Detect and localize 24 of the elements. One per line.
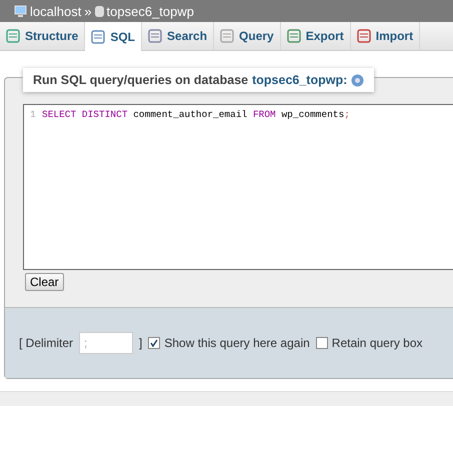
delimiter-label: [ Delimiter	[19, 336, 74, 350]
tab[interactable]: Search	[142, 22, 214, 50]
database-link[interactable]: topsec6_topwp:	[252, 73, 348, 87]
sql-editor[interactable]: 1 SELECT DISTINCT comment_author_email FROM wp_comments;	[23, 104, 453, 270]
show-again-label: Show this query here again	[164, 336, 310, 350]
document-icon	[91, 30, 106, 44]
help-icon[interactable]	[351, 74, 364, 86]
checkbox[interactable]	[148, 337, 160, 349]
breadcrumb-link[interactable]: localhost	[30, 4, 82, 18]
tab[interactable]: Query	[214, 22, 281, 50]
sql-code: SELECT DISTINCT comment_author_email FROM wp_comments;	[42, 109, 350, 122]
checkbox[interactable]	[316, 337, 328, 349]
breadcrumb-separator: »	[84, 4, 92, 18]
tab[interactable]: Import	[350, 22, 420, 50]
breadcrumb-link[interactable]: topsec6_topwp	[106, 4, 194, 18]
legend-text: Run SQL query/queries on database	[33, 73, 248, 87]
check-icon	[150, 339, 158, 347]
retain-label: Retain query box	[332, 336, 423, 350]
tab[interactable]: Export	[280, 22, 351, 50]
bracket-text: ]	[139, 336, 142, 350]
clear-button[interactable]: Clear	[25, 273, 64, 291]
line-number: 1	[29, 109, 37, 122]
tab[interactable]: SQL	[85, 22, 142, 51]
monitor-icon	[14, 5, 27, 17]
